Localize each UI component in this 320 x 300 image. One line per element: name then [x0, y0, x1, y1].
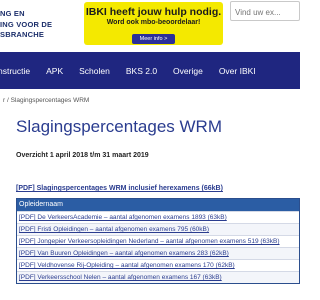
table-row[interactable]: [PDF] Veldhovense Rij-Opleiding – aantal…	[17, 259, 299, 271]
nav-item-overige[interactable]: Overige	[173, 66, 203, 76]
table-row[interactable]: [PDF] Jongepier Verkeersopleidingen Nede…	[17, 235, 299, 247]
promo-more-info-button[interactable]: Meer info >	[131, 34, 176, 44]
nav-item-bks[interactable]: BKS 2.0	[126, 66, 157, 76]
pdf-link[interactable]: [PDF] Jongepier Verkeersopleidingen Nede…	[19, 238, 280, 245]
pdf-link[interactable]: [PDF] Fristi Opleidingen – aantal afgeno…	[19, 226, 209, 233]
pdf-download-link[interactable]: [PDF] Slagingspercentages WRM inclusief …	[16, 185, 300, 192]
pdf-link[interactable]: [PDF] Veldhovense Rij-Opleiding – aantal…	[19, 262, 235, 269]
breadcrumb[interactable]: r / Slagingspercentages WRM	[3, 97, 89, 104]
logo-line: SBRANCHE	[0, 30, 45, 39]
ibki-logo[interactable]: NG EN ING VOOR DE SBRANCHE	[0, 9, 75, 41]
pdf-link[interactable]: [PDF] Van Buuren Opleidingen – aantal af…	[19, 250, 229, 257]
logo-line: NG EN	[0, 9, 25, 18]
table-row[interactable]: [PDF] De VerkeersAcademie – aantal afgen…	[17, 211, 299, 223]
nav-item-scholen[interactable]: Scholen	[79, 66, 110, 76]
table-row[interactable]: [PDF] Van Buuren Opleidingen – aantal af…	[17, 247, 299, 259]
search-input[interactable]	[231, 3, 299, 22]
period-text: Overzicht 1 april 2018 t/m 31 maart 2019	[16, 152, 149, 159]
table-header: Opleidernaam	[17, 199, 299, 211]
logo-line: ING VOOR DE	[0, 19, 53, 29]
promo-headline: IBKI heeft jouw hulp nodig.	[85, 6, 222, 18]
pdf-link[interactable]: [PDF] Verkeersschool Nelen – aantal afge…	[19, 274, 222, 281]
search-box[interactable]	[230, 1, 300, 22]
table-row[interactable]: [PDF] Verkeersschool Nelen – aantal afge…	[17, 271, 299, 283]
pdf-link[interactable]: [PDF] De VerkeersAcademie – aantal afgen…	[19, 214, 227, 221]
main-nav: nstructie APK Scholen BKS 2.0 Overige Ov…	[0, 52, 300, 89]
nav-item-apk[interactable]: APK	[46, 66, 63, 76]
results-table: Opleidernaam [PDF] De VerkeersAcademie –…	[16, 198, 300, 284]
nav-item-instructie[interactable]: nstructie	[0, 66, 30, 76]
promo-banner: IBKI heeft jouw hulp nodig. Word ook mbo…	[84, 2, 223, 45]
nav-item-over-ibki[interactable]: Over IBKI	[219, 66, 256, 76]
top-bar: NG EN ING VOOR DE SBRANCHE IBKI heeft jo…	[0, 0, 300, 52]
page-title: Slagingspercentages WRM	[16, 117, 222, 136]
promo-subtitle: Word ook mbo-beoordelaar!	[106, 19, 201, 26]
table-row[interactable]: [PDF] Fristi Opleidingen – aantal afgeno…	[17, 223, 299, 235]
